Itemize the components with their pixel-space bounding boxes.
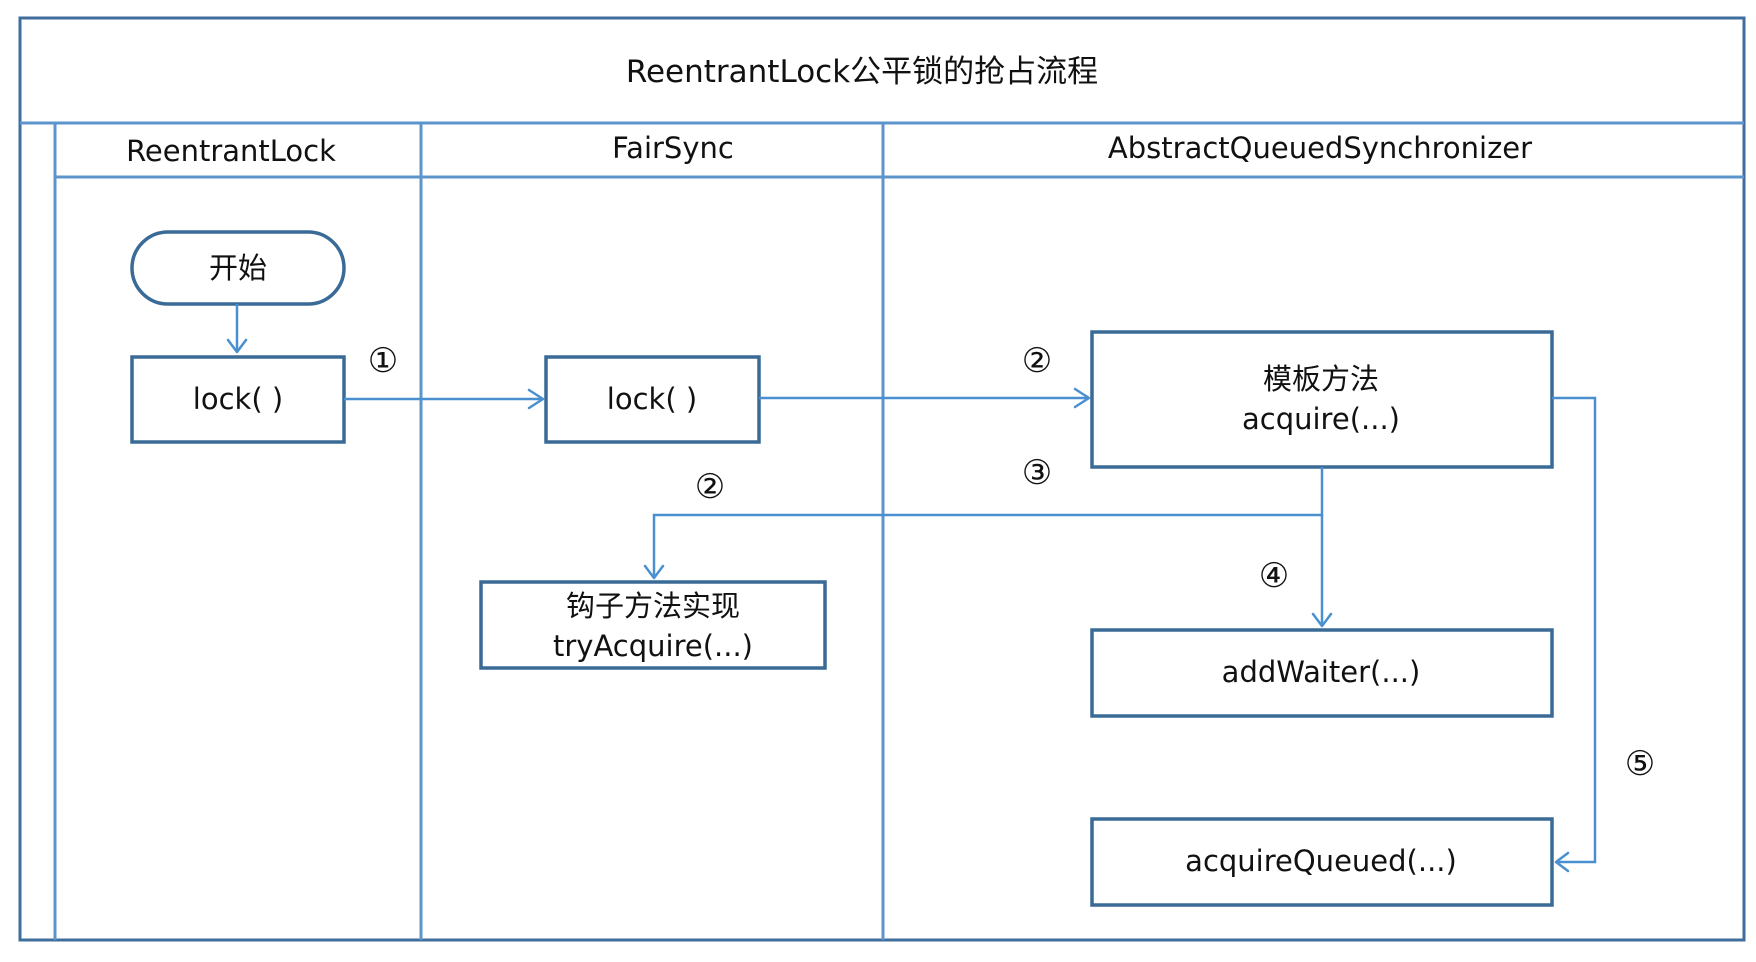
- diagram-title: ReentrantLock公平锁的抢占流程: [626, 54, 1098, 90]
- step-4-marker: ④: [1259, 556, 1289, 596]
- step-2-marker-left: ②: [695, 467, 725, 507]
- lane-fairsync-label: FairSync: [612, 131, 734, 165]
- lane-reentrantlock-label: ReentrantLock: [126, 134, 336, 168]
- arrow-step-5-acquirequeued: [1552, 396, 1597, 864]
- step-3-marker: ③: [1022, 453, 1052, 493]
- arrow-step-3-tryacquire: [652, 467, 1324, 578]
- reentrantlock-lock-label: lock( ): [193, 382, 283, 416]
- tryacquire-hook-title: 钩子方法实现: [566, 589, 740, 623]
- acquire-template-method: acquire(...): [1242, 402, 1400, 436]
- fairsync-lock-label: lock( ): [607, 382, 697, 416]
- acquirequeued-label: acquireQueued(...): [1185, 844, 1457, 878]
- step-5-marker: ⑤: [1625, 744, 1655, 784]
- acquire-template-node: [1090, 330, 1554, 469]
- tryacquire-hook-method: tryAcquire(...): [553, 629, 753, 663]
- step-2-marker-top: ②: [1022, 341, 1052, 381]
- flow-diagram: ReentrantLock公平锁的抢占流程 ReentrantLock Fair…: [18, 16, 1746, 942]
- acquire-template-title: 模板方法: [1263, 362, 1379, 396]
- step-1-marker: ①: [368, 341, 398, 381]
- start-node-label: 开始: [209, 251, 267, 285]
- addwaiter-label: addWaiter(...): [1222, 655, 1421, 689]
- lane-aqs-label: AbstractQueuedSynchronizer: [1108, 131, 1532, 165]
